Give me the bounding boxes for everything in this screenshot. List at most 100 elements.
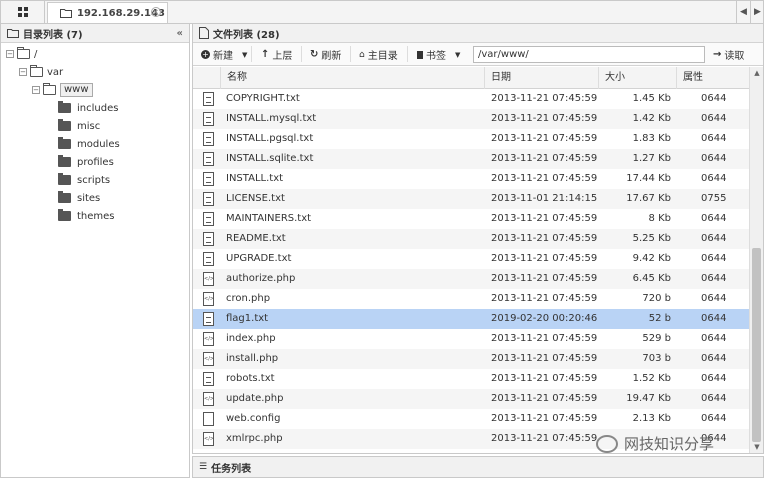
column-header-date[interactable]: 日期 [485,67,599,89]
vertical-scrollbar[interactable]: ▲ ▼ [749,67,763,453]
file-name: INSTALL.txt [226,173,284,184]
tree-node-misc[interactable]: misc [58,118,100,134]
scroll-up-icon[interactable]: ▲ [750,67,764,79]
wechat-icon [596,434,618,453]
file-size: 1.42 Kb [632,113,671,124]
table-row[interactable]: README.txt 2013-11-21 07:45:59 5.25 Kb 0644 [193,229,749,249]
folder-open-icon [17,47,30,59]
column-header-name[interactable]: 名称 [221,67,485,89]
blank-file-icon [203,412,214,426]
file-name: INSTALL.pgsql.txt [226,133,314,144]
bookmark-button[interactable]: 书签 ▼ [417,46,460,63]
scroll-down-icon[interactable]: ▼ [750,441,764,453]
grid-icon [17,7,28,17]
file-size: 6.45 Kb [632,273,671,284]
file-date: 2013-11-21 07:45:59 [491,173,598,184]
scrollbar-thumb[interactable] [752,248,761,442]
directory-panel-title: 目录列表 (7) [23,29,83,41]
table-row[interactable]: authorize.php 2013-11-21 07:45:59 6.45 Kb 0… [193,269,749,289]
grid-menu-button[interactable] [1,1,45,23]
tab-host[interactable]: 192.168.29.143 × [47,2,168,23]
table-row[interactable]: MAINTAINERS.txt 2013-11-21 07:45:59 8 Kb 06… [193,209,749,229]
path-input[interactable] [473,46,705,63]
file-name: UPGRADE.txt [226,253,292,264]
tree-label: includes [77,102,119,114]
file-name: flag1.txt [226,313,269,324]
tree-collapse-icon[interactable]: − [19,68,27,76]
tab-close-icon[interactable]: × [151,7,161,17]
tree-collapse-icon[interactable]: − [6,50,14,58]
table-row[interactable]: robots.txt 2013-11-21 07:45:59 1.52 Kb 0644 [193,369,749,389]
folder-icon [58,191,71,203]
watermark-text: 网技知识分享 [624,435,715,453]
text-file-icon [203,232,214,246]
task-panel-title: 任务列表 [211,463,252,475]
arrow-up-icon: ↑ [261,49,270,60]
file-name: MAINTAINERS.txt [226,213,312,224]
table-row[interactable]: web.config 2013-11-21 07:45:59 2.13 Kb 0644 [193,409,749,429]
table-row[interactable]: COPYRIGHT.txt 2013-11-21 07:45:59 1.45 Kb 0… [193,89,749,109]
tree-collapse-icon[interactable]: − [32,86,40,94]
refresh-label: 刷新 [321,51,342,62]
file-size: 8 Kb [648,213,671,224]
refresh-button[interactable]: ↻ 刷新 [310,46,341,63]
table-row[interactable]: INSTALL.txt 2013-11-21 07:45:59 17.44 Kb 06… [193,169,749,189]
tree-node-modules[interactable]: modules [58,136,120,152]
table-row-selected[interactable]: flag1.txt 2019-02-20 00:20:46 52 b 0644 [193,309,749,329]
tree-node-root[interactable]: − / [6,46,37,62]
tree-node-www[interactable]: − www [32,82,93,98]
list-icon: ☰ [199,462,208,472]
column-header-size[interactable]: 大小 [599,67,677,89]
file-date: 2013-11-21 07:45:59 [491,433,598,444]
file-date: 2019-02-20 00:20:46 [491,313,598,324]
tree-node-var[interactable]: − var [19,64,63,80]
new-button[interactable]: + 新建 ▼ [201,46,247,63]
text-file-icon [203,152,214,166]
file-date: 2013-11-21 07:45:59 [491,113,598,124]
table-row[interactable]: INSTALL.mysql.txt 2013-11-21 07:45:59 1.42… [193,109,749,129]
file-panel-title: 文件列表 (28) [213,29,280,41]
tree-node-scripts[interactable]: scripts [58,172,110,188]
file-attr: 0644 [701,373,727,384]
up-level-button[interactable]: ↑ 上层 [261,46,292,63]
tab-scroll-left-button[interactable]: ◀ [736,1,750,23]
table-row[interactable]: cron.php 2013-11-21 07:45:59 720 b 0644 [193,289,749,309]
bookmark-icon [417,50,423,59]
tree-node-includes[interactable]: includes [58,100,118,116]
folder-icon [58,119,71,131]
task-panel-header[interactable]: ☰ 任务列表 [192,456,764,478]
table-row[interactable]: LICENSE.txt 2013-11-01 21:14:15 17.67 Kb 07… [193,189,749,209]
collapse-left-icon[interactable]: « [177,28,183,39]
read-button[interactable]: → 读取 [713,46,744,63]
table-row[interactable]: index.php 2013-11-21 07:45:59 529 b 0644 [193,329,749,349]
file-table-body: COPYRIGHT.txt 2013-11-21 07:45:59 1.45 Kb 0… [193,89,749,453]
table-row[interactable]: update.php 2013-11-21 07:45:59 19.47 Kb 064… [193,389,749,409]
tree-node-themes[interactable]: themes [58,208,115,224]
table-row[interactable]: INSTALL.sqlite.txt 2013-11-21 07:45:59 1.2… [193,149,749,169]
toolbar-divider [301,46,302,62]
column-header-attr[interactable]: 属性 [677,67,749,89]
home-button[interactable]: ⌂ 主目录 [359,46,398,63]
text-file-icon [203,112,214,126]
file-size: 1.45 Kb [632,93,671,104]
table-row[interactable]: INSTALL.pgsql.txt 2013-11-21 07:45:59 1.83… [193,129,749,149]
file-date: 2013-11-01 21:14:15 [491,193,598,204]
file-name: INSTALL.sqlite.txt [226,153,314,164]
file-date: 2013-11-21 07:45:59 [491,413,598,424]
refresh-icon: ↻ [310,49,319,60]
tab-scroll-right-button[interactable]: ▶ [750,1,764,23]
folder-open-icon [43,83,56,95]
file-name: robots.txt [226,373,275,384]
chevron-left-icon: ◀ [740,7,747,17]
table-row[interactable]: UPGRADE.txt 2013-11-21 07:45:59 9.42 Kb 064… [193,249,749,269]
file-name: xmlrpc.php [226,433,283,444]
file-panel: 文件列表 (28) + 新建 ▼ ↑ 上层 ↻ 刷新 ⌂ 主目录 书签 ▼ /v… [192,24,764,454]
file-attr: 0644 [701,213,727,224]
tree-node-sites[interactable]: sites [58,190,100,206]
table-row[interactable]: install.php 2013-11-21 07:45:59 703 b 0644 [193,349,749,369]
tree-node-profiles[interactable]: profiles [58,154,114,170]
file-date: 2013-11-21 07:45:59 [491,213,598,224]
file-date: 2013-11-21 07:45:59 [491,233,598,244]
chevron-right-icon: ▶ [754,7,761,17]
file-attr: 0644 [701,133,727,144]
